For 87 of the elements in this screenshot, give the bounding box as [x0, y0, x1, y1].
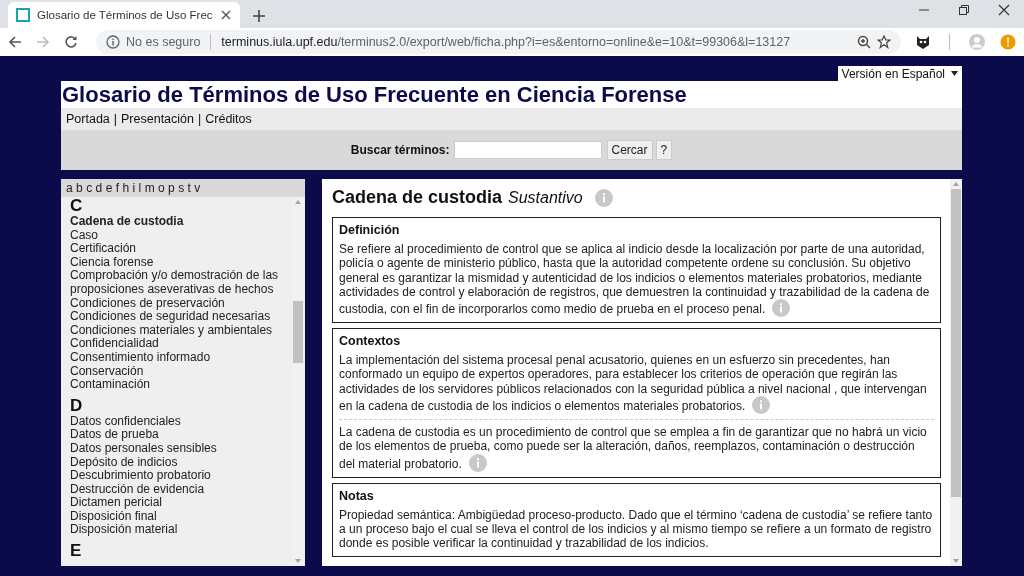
search-button[interactable]: Cercar: [606, 140, 653, 160]
forward-icon[interactable]: [36, 35, 50, 49]
alphabet-link[interactable]: m: [144, 181, 155, 195]
nav-link[interactable]: Presentación: [121, 112, 194, 126]
alphabet-link[interactable]: f: [115, 181, 120, 195]
term-link[interactable]: Caso: [70, 228, 98, 243]
letter-heading: E: [70, 542, 82, 561]
scrollbar-thumb[interactable]: [293, 300, 303, 363]
term-link[interactable]: Disposición material: [70, 523, 178, 538]
nav-separator: |: [113, 112, 118, 126]
alphabet-link[interactable]: e: [105, 181, 113, 195]
alphabet-link[interactable]: t: [187, 181, 191, 195]
term-link[interactable]: Conservación: [70, 364, 144, 379]
alphabet-link[interactable]: b: [76, 181, 83, 195]
scrollbar[interactable]: [292, 197, 304, 566]
info-icon[interactable]: [106, 35, 120, 49]
term-title: Cadena de custodia: [332, 187, 503, 208]
term-link[interactable]: Comprobación y/o demostración de las proposiciones aseverativas de hechos: [70, 269, 280, 297]
close-icon[interactable]: [219, 9, 232, 21]
scroll-up-icon[interactable]: [953, 182, 959, 186]
scroll-down-icon[interactable]: [953, 559, 959, 563]
scrollbar[interactable]: [950, 179, 962, 566]
language-select[interactable]: Versión en Español: [837, 66, 962, 81]
term-link[interactable]: Confidencialidad: [70, 337, 159, 351]
letter-heading: C: [70, 197, 83, 215]
help-button[interactable]: ?: [655, 140, 673, 160]
search-label: Buscar términos:: [350, 143, 450, 157]
section-text: Se refiere al procedimiento de control que se aplica al indicio desde la localización por parte de una autoridad, policía o agente de ministerio público, hasta que la autoridad competente ordene su conclusión. Su objetivo general es garantizar la mismidad y autenticidad de los indicios o elementos materiales probatorios, mediante actividades de control y elaboración de registros, que demuestren la continuidad y trazabilidad de la cadena de custodia, con el fin de incorporarlos como medio de prueba en el proceso penal.: [339, 242, 931, 318]
alert-icon[interactable]: [1000, 34, 1016, 50]
term-link[interactable]: Depósito de indicios: [70, 455, 178, 470]
new-tab-icon[interactable]: [251, 9, 266, 23]
avatar-icon[interactable]: [968, 33, 986, 51]
nav-separator: |: [198, 112, 202, 126]
close-icon[interactable]: [998, 4, 1010, 16]
term-link[interactable]: Datos de prueba: [70, 428, 159, 442]
scrollbar-thumb[interactable]: [951, 188, 961, 497]
term-link[interactable]: Destrucción de evidencia: [70, 482, 205, 497]
section-heading: Definición: [339, 223, 400, 237]
alphabet-link[interactable]: o: [158, 181, 165, 195]
alphabet-link[interactable]: h: [122, 181, 130, 195]
term-link[interactable]: Dictamen pericial: [70, 496, 163, 510]
tab-title: Glosario de Términos de Uso Frec: [37, 9, 213, 21]
browser-tab[interactable]: Glosario de Términos de Uso Frec: [8, 2, 240, 28]
restore-icon[interactable]: [958, 4, 970, 16]
term-link[interactable]: Descubrimiento probatorio: [70, 469, 211, 483]
letter-heading: D: [70, 396, 83, 415]
alphabet-link[interactable]: v: [194, 181, 201, 195]
alphabet-link[interactable]: s: [178, 181, 185, 195]
alphabet-link[interactable]: l: [138, 181, 142, 195]
page-icon: [16, 8, 30, 22]
back-icon[interactable]: [8, 35, 22, 49]
search-field[interactable]: [453, 141, 602, 159]
term-link[interactable]: Datos confidenciales: [70, 414, 181, 429]
term-link[interactable]: Condiciones de preservación: [70, 296, 225, 311]
section-text: La implementación del sistema procesal penal acusatorio, quienes en un esfuerzo sin precedentes, han conformado un equipo de expertos operadores, para establecer los criterios de operación que regirán las actividades de los servidores públicos relacionados con la seguridad pública a nivel nacional , que intervengan en la cadena de custodia de los indicios o elementos materiales probatorios.: [339, 353, 928, 415]
alphabet-link[interactable]: a: [66, 181, 73, 195]
term-link[interactable]: Condiciones materiales y ambientales: [70, 323, 273, 338]
page-title: Glosario de Términos de Uso Frecuente en Ciencia Forense: [62, 81, 687, 108]
alphabet-link[interactable]: i: [132, 181, 136, 195]
address-bar[interactable]: No es seguro terminus.iula.upf.edu/terminus2.0/export/web/ficha.php?i=es&entorno=online&e=10&t=99306&l=13127: [96, 30, 901, 54]
term-link[interactable]: Cadena de custodia: [70, 215, 184, 229]
section-heading: Contextos: [339, 334, 401, 349]
term-link[interactable]: Ciencia forense: [70, 255, 154, 270]
term-link[interactable]: Consentimiento informado: [70, 350, 211, 365]
scroll-down-icon[interactable]: [295, 559, 301, 563]
section-text: La cadena de custodia es un procedimiento de control que se emplea a fin de garantizar que no habrá un vicio de los elementos de prueba, como puede ser la alteración, daños, reemplazos, contaminación o destrucción del material probatorio.: [339, 425, 928, 472]
section-text: Propiedad semántica: Ambigüedad proceso-producto. Dado que el término ‘cadena de custodia’ se refiere tanto a un proceso bajo el cual se lleva el control de los indicios y al mismo tiempo se refiere a un formato de registro donde es posible verificar la continuidad y trazabilidad de los indicios.: [339, 507, 934, 551]
reload-icon[interactable]: [64, 35, 78, 49]
zoom-icon[interactable]: [857, 35, 871, 49]
term-link[interactable]: Certificación: [70, 242, 137, 256]
dropdown-arrow-icon: [951, 71, 958, 76]
nav-link[interactable]: Portada: [66, 112, 110, 126]
scroll-up-icon[interactable]: [295, 200, 301, 204]
owl-icon[interactable]: [915, 34, 931, 50]
alphabet-link[interactable]: p: [168, 181, 175, 195]
term-link[interactable]: Condiciones de seguridad necesarias: [70, 310, 271, 324]
term-link[interactable]: Disposición final: [70, 509, 157, 524]
term-link[interactable]: Contaminación: [70, 378, 151, 392]
url-text: terminus.iula.upf.edu/terminus2.0/export/web/ficha.php?i=es&entorno=online&e=10&t=99306&l=13127: [221, 35, 791, 49]
star-icon[interactable]: [877, 35, 891, 49]
alphabet-link[interactable]: c: [86, 181, 93, 195]
nav-link[interactable]: Créditos: [205, 112, 252, 126]
section-heading: Notas: [339, 488, 374, 503]
grammatical-category: Sustantivo: [508, 188, 583, 207]
security-label: No es seguro: [126, 35, 201, 49]
term-link[interactable]: Datos personales sensibles: [70, 441, 217, 456]
alphabet-link[interactable]: d: [95, 181, 103, 195]
